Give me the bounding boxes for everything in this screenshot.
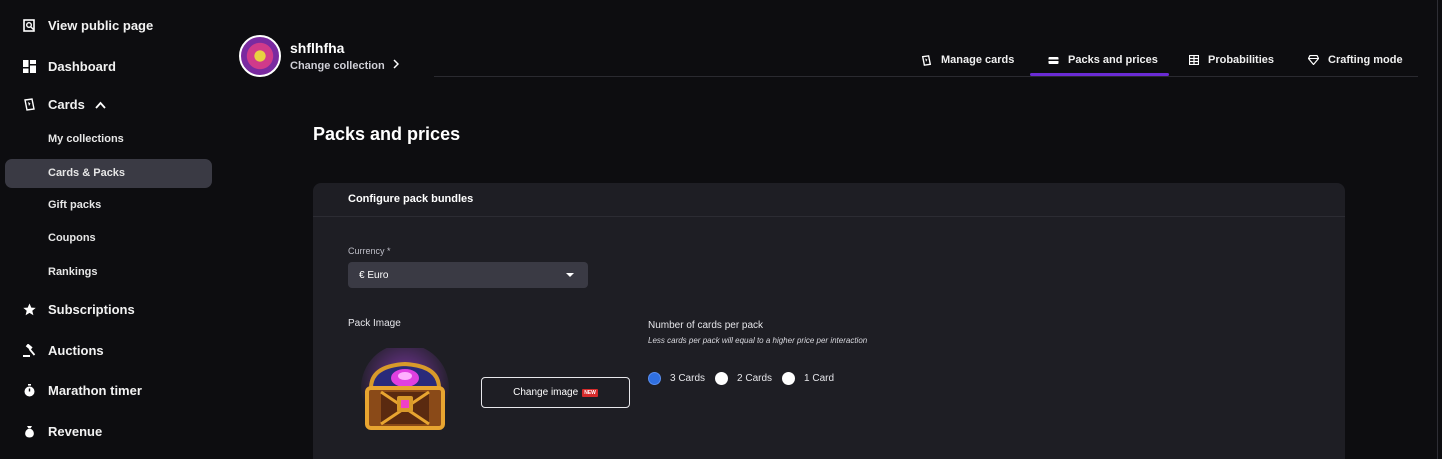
- tab-probabilities[interactable]: Probabilities: [1188, 52, 1274, 68]
- tab-label: Packs and prices: [1068, 54, 1158, 66]
- card-divider: [313, 216, 1345, 217]
- tab-packs-and-prices[interactable]: Packs and prices: [1048, 52, 1158, 68]
- treasure-chest-icon: [359, 344, 451, 440]
- tab-manage-cards[interactable]: Manage cards: [921, 52, 1014, 68]
- sidebar-item-coupons[interactable]: Coupons: [48, 232, 96, 244]
- card-icon: [22, 98, 36, 112]
- radio-selected-indicator[interactable]: [648, 372, 661, 385]
- configure-pack-bundles-card: Configure pack bundles Currency * € Euro…: [313, 183, 1345, 459]
- tab-label: Manage cards: [941, 54, 1015, 66]
- chevron-right-icon: [393, 59, 399, 72]
- pack-image-label: Pack Image: [348, 318, 401, 329]
- cards-per-pack-label: Number of cards per pack: [648, 320, 764, 331]
- section-title: Configure pack bundles: [348, 193, 474, 205]
- money-bag-icon: [22, 425, 36, 439]
- nav-label: Dashboard: [48, 59, 116, 74]
- sidebar-item-cards-packs[interactable]: Cards & Packs: [48, 167, 125, 179]
- nav-revenue[interactable]: Revenue: [22, 424, 102, 439]
- nav-subscriptions[interactable]: Subscriptions: [22, 302, 135, 317]
- pack-icon: [1048, 55, 1059, 66]
- nav-auctions[interactable]: Auctions: [22, 343, 104, 358]
- currency-label: Currency *: [348, 246, 391, 256]
- radio-indicator[interactable]: [715, 372, 729, 385]
- currency-value: € Euro: [359, 269, 389, 281]
- page-title: Packs and prices: [313, 124, 461, 144]
- gem-icon: [1308, 55, 1319, 66]
- nav-label: Subscriptions: [48, 302, 135, 317]
- radio-label: 1 Card: [804, 373, 835, 384]
- star-icon: [22, 303, 36, 317]
- radio-2-cards[interactable]: 2 Cards: [715, 372, 772, 385]
- change-collection-label: Change collection: [290, 59, 385, 72]
- sidebar-item-rankings[interactable]: Rankings: [48, 266, 98, 278]
- tab-label: Crafting mode: [1328, 54, 1403, 66]
- nav-label: Marathon timer: [48, 383, 142, 398]
- change-image-button[interactable]: Change image NEW: [481, 377, 630, 408]
- sidebar: View public page Dashboard Cards My coll…: [0, 0, 220, 459]
- radio-1-card[interactable]: 1 Card: [782, 372, 834, 385]
- collection-avatar: [239, 35, 281, 77]
- radio-indicator[interactable]: [782, 372, 796, 385]
- chevron-up-icon: [95, 97, 106, 112]
- cards-per-pack-hint: Less cards per pack will equal to a high…: [648, 336, 868, 345]
- nav-marathon-timer[interactable]: Marathon timer: [22, 383, 142, 398]
- radio-3-cards[interactable]: 3 Cards: [648, 372, 705, 385]
- nav-view-public-page[interactable]: View public page: [22, 18, 153, 33]
- card-icon: [921, 54, 932, 66]
- cards-per-pack-radio-group: 3 Cards 2 Cards 1 Card: [648, 372, 844, 385]
- gavel-icon: [22, 344, 36, 358]
- nav-label: Auctions: [48, 343, 104, 358]
- change-collection-link[interactable]: Change collection: [290, 59, 399, 72]
- sidebar-item-gift-packs[interactable]: Gift packs: [48, 199, 101, 211]
- window-edge: [1437, 0, 1438, 459]
- nav-label: Revenue: [48, 424, 103, 439]
- sidebar-item-my-collections[interactable]: My collections: [48, 133, 124, 145]
- dashboard-icon: [22, 60, 36, 74]
- radio-label: 3 Cards: [670, 373, 706, 384]
- search-page-icon: [22, 19, 36, 33]
- nav-label: View public page: [48, 18, 154, 33]
- collection-name: shflhfha: [290, 40, 345, 56]
- change-image-label: Change image: [513, 387, 579, 398]
- stopwatch-icon: [22, 384, 36, 398]
- tabs-divider: [434, 76, 1418, 77]
- nav-cards[interactable]: Cards: [22, 97, 106, 112]
- radio-label: 2 Cards: [737, 373, 773, 384]
- new-badge: NEW: [582, 388, 598, 397]
- currency-select[interactable]: € Euro: [348, 262, 588, 288]
- nav-dashboard[interactable]: Dashboard: [22, 59, 116, 74]
- tab-crafting-mode[interactable]: Crafting mode: [1308, 52, 1403, 68]
- active-tab-indicator: [1030, 73, 1169, 76]
- nav-label: Cards: [48, 97, 85, 112]
- table-icon: [1188, 55, 1199, 66]
- tab-label: Probabilities: [1208, 54, 1275, 66]
- caret-down-icon: [566, 273, 574, 277]
